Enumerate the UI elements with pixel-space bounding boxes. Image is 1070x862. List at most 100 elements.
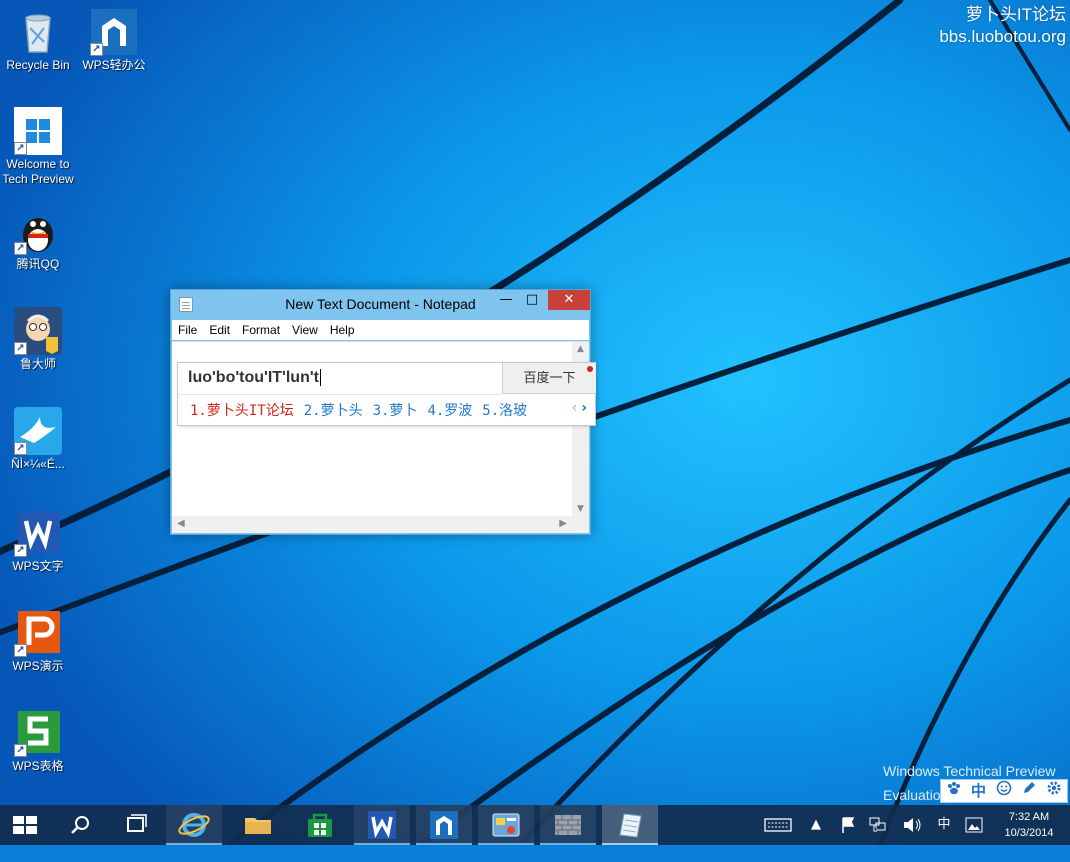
ime-input-value: luo'bo'tou'IT'lun't xyxy=(188,369,319,386)
candidate-item[interactable]: 4.罗波 xyxy=(427,403,472,419)
candidate-item[interactable]: 2.萝卜头 xyxy=(304,403,363,419)
desktop-icon-label: 腾讯QQ xyxy=(16,257,60,271)
desktop-icon-ludashi[interactable]: ↗ 鲁大师 xyxy=(0,307,76,372)
taskbar-store[interactable] xyxy=(292,805,348,845)
recycle-bin-icon xyxy=(14,8,62,56)
clock-time: 7:32 AM xyxy=(1008,811,1050,823)
search-icon xyxy=(71,816,89,834)
menu-help[interactable]: Help xyxy=(324,320,361,337)
shortcut-arrow-icon: ↗ xyxy=(14,644,27,657)
emoji-icon[interactable] xyxy=(991,780,1016,802)
ime-toolbar: 中 xyxy=(940,779,1068,803)
baidu-search-button[interactable]: 百度一下 xyxy=(502,363,596,394)
desktop-icon-qq[interactable]: ↗ 腾讯QQ xyxy=(0,207,76,272)
candidate-item[interactable]: 1.萝卜头IT论坛 xyxy=(190,403,294,419)
menu-view[interactable]: View xyxy=(286,320,324,337)
ime-composition-text: luo'bo'tou'IT'lun't xyxy=(188,369,321,387)
store-icon xyxy=(308,813,332,837)
candidate-item[interactable]: 5.洛玻 xyxy=(482,403,527,419)
clock-date: 10/3/2014 xyxy=(1004,827,1054,839)
taskbar-wps-writer[interactable] xyxy=(354,805,410,845)
desktop-icon-swallow[interactable]: ↗ ÑÌ×¼«É... xyxy=(0,407,76,472)
search-button[interactable] xyxy=(52,805,108,845)
scroll-down-icon[interactable]: ▼ xyxy=(572,504,589,514)
start-button[interactable] xyxy=(0,805,50,845)
shortcut-arrow-icon: ↗ xyxy=(14,744,27,757)
scroll-up-icon[interactable]: ▲ xyxy=(572,344,589,354)
watermark-url: bbs.luobotou.org xyxy=(939,27,1066,46)
scroll-corner xyxy=(572,516,589,533)
candidate-item[interactable]: 3.萝卜 xyxy=(373,403,418,419)
volume-icon[interactable] xyxy=(900,805,924,845)
pen-icon[interactable] xyxy=(1016,780,1041,802)
ime-candidate-window: luo'bo'tou'IT'lun't 百度一下 1.萝卜头IT论坛 2.萝卜头 3… xyxy=(177,362,596,426)
wps-presentation-icon: ↗ xyxy=(14,609,62,657)
touch-keyboard-icon[interactable] xyxy=(760,805,796,845)
clock[interactable]: 7:32 AM 10/3/2014 xyxy=(996,809,1062,841)
taskbar-notepad[interactable] xyxy=(602,805,658,845)
network-icon[interactable] xyxy=(866,805,890,845)
desktop-icon-wps-writer[interactable]: ↗ WPS文字 xyxy=(0,509,76,574)
desktop-icon-label: Welcome to Tech Preview xyxy=(2,157,74,186)
scroll-left-icon[interactable]: ◀ xyxy=(177,518,185,529)
ludashi-icon: ↗ xyxy=(14,307,62,355)
ime-mode-indicator[interactable]: 中 xyxy=(932,805,956,845)
divider xyxy=(178,394,500,395)
maximize-button[interactable]: □ xyxy=(519,290,545,310)
taskbar-file-explorer[interactable] xyxy=(230,805,286,845)
candidate-list: 1.萝卜头IT论坛 2.萝卜头 3.萝卜 4.罗波 5.洛玻 xyxy=(190,400,537,420)
close-button[interactable]: ✕ xyxy=(548,290,590,310)
desktop-icon-wps-presentation[interactable]: ↗ WPS演示 xyxy=(0,609,76,674)
desktop-icon-recycle-bin[interactable]: Recycle Bin xyxy=(0,8,76,73)
taskbar: ▲ 中 7:32 AM 10/3/2014 xyxy=(0,805,1070,845)
internet-explorer-icon xyxy=(178,813,210,837)
ime-pad-icon[interactable] xyxy=(962,805,986,845)
shortcut-arrow-icon: ↗ xyxy=(14,142,27,155)
wps-light-office-icon xyxy=(430,811,458,839)
site-watermark: 萝卜头IT论坛 bbs.luobotou.org xyxy=(939,4,1066,48)
desktop-icon-label: WPS表格 xyxy=(12,759,64,773)
desktop-icon-label: Recycle Bin xyxy=(6,58,70,72)
menu-edit[interactable]: Edit xyxy=(203,320,236,337)
taskbar-wps-light-office[interactable] xyxy=(416,805,472,845)
shortcut-arrow-icon: ↗ xyxy=(14,544,27,557)
horizontal-scrollbar[interactable]: ◀ ▶ xyxy=(172,516,572,533)
taskbar-control-panel[interactable] xyxy=(478,805,534,845)
brick-wall-icon xyxy=(555,815,581,835)
task-view-icon xyxy=(127,814,147,832)
shortcut-arrow-icon: ↗ xyxy=(14,242,27,255)
baidu-search-label: 百度一下 xyxy=(523,371,576,386)
menu-bar: File Edit Format View Help xyxy=(172,320,589,340)
desktop-icon-wps-light-office[interactable]: ↗ WPS轻办公 xyxy=(76,8,152,73)
shortcut-arrow-icon: ↗ xyxy=(90,43,103,56)
taskbar-internet-explorer[interactable] xyxy=(166,805,222,845)
desktop-icon-label: WPS轻办公 xyxy=(82,58,146,72)
text-caret xyxy=(319,369,321,387)
taskbar-firewall[interactable] xyxy=(540,805,596,845)
chevron-left-icon[interactable]: ‹ xyxy=(572,400,578,416)
build-watermark-line1: Windows Technical Preview xyxy=(883,763,1056,779)
windows-logo-icon: ↗ xyxy=(14,107,62,155)
control-panel-icon xyxy=(492,813,520,837)
menu-format[interactable]: Format xyxy=(236,320,286,337)
desktop-icon-label: WPS演示 xyxy=(12,659,64,673)
wps-light-office-icon: ↗ xyxy=(90,8,138,56)
task-view-button[interactable] xyxy=(108,805,164,845)
desktop-icon-label: ÑÌ×¼«É... xyxy=(11,457,65,471)
notification-dot-icon xyxy=(587,366,593,372)
swallow-bird-icon: ↗ xyxy=(14,407,62,455)
paw-icon[interactable] xyxy=(941,780,966,802)
title-bar[interactable]: New Text Document - Notepad — □ ✕ xyxy=(171,290,590,320)
minimize-button[interactable]: — xyxy=(493,290,519,310)
chinese-mode-icon[interactable]: 中 xyxy=(966,780,991,802)
desktop-icon-welcome[interactable]: ↗ Welcome to Tech Preview xyxy=(0,107,76,187)
wps-writer-icon xyxy=(368,811,396,839)
show-hidden-icons-chevron-icon[interactable]: ▲ xyxy=(806,805,826,845)
chevron-right-icon[interactable]: › xyxy=(581,400,587,416)
scroll-right-icon[interactable]: ▶ xyxy=(559,518,567,529)
wps-writer-icon: ↗ xyxy=(14,509,62,557)
settings-icon[interactable] xyxy=(1041,780,1066,802)
action-center-flag-icon[interactable] xyxy=(836,805,860,845)
desktop-icon-wps-spreadsheet[interactable]: ↗ WPS表格 xyxy=(0,709,76,774)
menu-file[interactable]: File xyxy=(172,320,203,337)
